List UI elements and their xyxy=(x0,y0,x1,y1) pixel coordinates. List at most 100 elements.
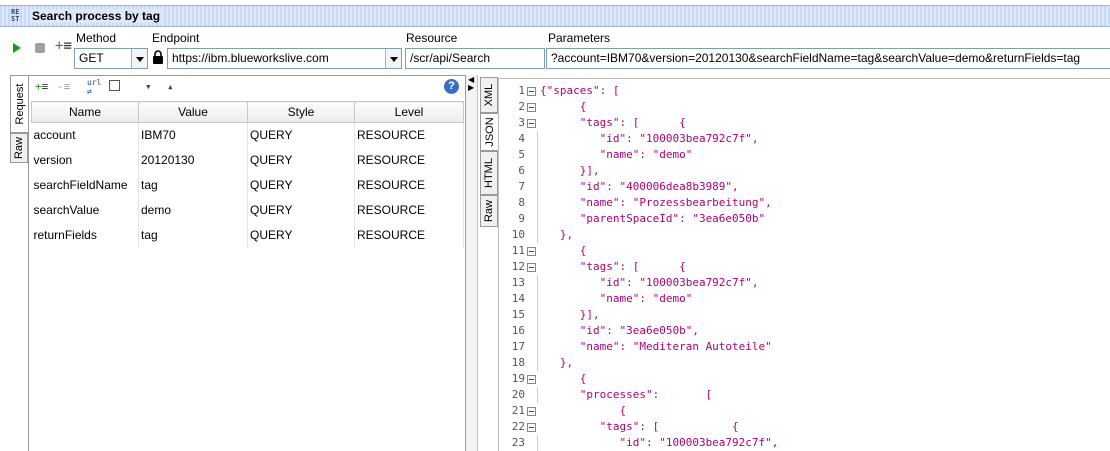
expand-icon[interactable] xyxy=(109,80,120,91)
line-number: 12 xyxy=(511,260,525,273)
resource-input[interactable]: /scr/api/Search xyxy=(405,48,545,69)
fold-toggle-icon[interactable] xyxy=(527,263,536,272)
tab-request[interactable]: Request xyxy=(10,75,28,133)
param-level[interactable]: RESOURCE xyxy=(354,147,464,173)
fold-toggle-icon[interactable] xyxy=(527,375,536,384)
table-header-row: Name Value Style Level xyxy=(31,101,464,123)
param-name[interactable]: returnFields xyxy=(31,222,139,248)
param-style[interactable]: QUERY xyxy=(247,197,355,223)
code-text: { xyxy=(540,404,627,417)
param-level[interactable]: RESOURCE xyxy=(354,197,464,223)
chevron-down-icon[interactable] xyxy=(131,49,147,68)
collapse-right-icon[interactable]: ▶ xyxy=(468,83,474,92)
column-header-name[interactable]: Name xyxy=(31,101,139,123)
method-label: Method xyxy=(76,31,117,45)
run-icon[interactable] xyxy=(13,43,21,53)
code-text: "id": "3ea6e050b", xyxy=(540,324,699,337)
param-name[interactable]: account xyxy=(31,122,139,148)
fold-toggle-icon[interactable] xyxy=(527,103,536,112)
param-style[interactable]: QUERY xyxy=(247,222,355,248)
code-text: "tags": [ { xyxy=(540,260,686,273)
add-param-icon[interactable]: +≡ xyxy=(35,80,48,93)
param-level[interactable]: RESOURCE xyxy=(354,222,464,248)
fold-toggle-icon[interactable] xyxy=(527,423,536,432)
line-number: 3 xyxy=(518,116,525,129)
param-value[interactable]: tag xyxy=(138,172,248,198)
tab-html[interactable]: HTML xyxy=(480,151,498,195)
code-line: 16 "id": "3ea6e050b", xyxy=(499,323,1110,339)
param-value[interactable]: IBM70 xyxy=(138,122,248,148)
param-level[interactable]: RESOURCE xyxy=(354,172,464,198)
code-line: 17 "name": "Mediteran Autoteile" xyxy=(499,339,1110,355)
code-line: 20 "processes": [ xyxy=(499,387,1110,403)
tab-raw-request[interactable]: Raw xyxy=(10,133,28,163)
line-number: 10 xyxy=(511,228,525,241)
line-number: 13 xyxy=(511,276,525,289)
code-text: { xyxy=(540,100,587,113)
line-number: 15 xyxy=(511,308,525,321)
code-text: }, xyxy=(540,228,574,241)
line-number: 2 xyxy=(518,100,525,113)
add-to-test-icon[interactable]: +≡ xyxy=(55,38,72,54)
fold-guide xyxy=(537,195,538,211)
request-view-tabs: Request Raw xyxy=(8,75,28,451)
table-row[interactable]: searchValue demo QUERY RESOURCE xyxy=(31,197,464,223)
resource-value: /scr/api/Search xyxy=(410,51,491,65)
fold-toggle-icon[interactable] xyxy=(527,247,536,256)
response-view-tabs: XML JSON HTML Raw xyxy=(478,75,498,451)
tab-raw-request-label: Raw xyxy=(13,136,25,160)
line-number: 20 xyxy=(511,388,525,401)
chevron-down-icon[interactable]: ▾ xyxy=(145,80,152,93)
param-value[interactable]: 20120130 xyxy=(138,147,248,173)
fold-toggle-icon[interactable] xyxy=(527,119,536,128)
column-header-level[interactable]: Level xyxy=(354,101,464,123)
code-line: 4 "id": "100003bea792c7f", xyxy=(499,131,1110,147)
tab-xml[interactable]: XML xyxy=(480,77,498,113)
param-name[interactable]: searchValue xyxy=(31,197,139,223)
tab-json[interactable]: JSON xyxy=(480,113,498,151)
help-icon[interactable]: ? xyxy=(444,79,459,94)
fold-guide xyxy=(537,339,538,355)
param-value[interactable]: tag xyxy=(138,222,248,248)
line-number: 1 xyxy=(518,84,525,97)
param-style[interactable]: QUERY xyxy=(247,147,355,173)
json-response-editor[interactable]: 1 {"spaces": [2 {3 "tags": [ {4 "id": "10… xyxy=(498,78,1110,451)
code-line: 15 }], xyxy=(499,307,1110,323)
table-row[interactable]: searchFieldName tag QUERY RESOURCE xyxy=(31,172,464,198)
fold-toggle-icon[interactable] xyxy=(527,87,536,96)
fold-toggle-icon[interactable] xyxy=(527,407,536,416)
column-header-style[interactable]: Style xyxy=(247,101,355,123)
tab-raw-response[interactable]: Raw xyxy=(480,195,498,227)
param-level[interactable]: RESOURCE xyxy=(354,122,464,148)
code-line: 14 "name": "demo" xyxy=(499,291,1110,307)
tab-json-label: JSON xyxy=(483,117,496,147)
endpoint-label: Endpoint xyxy=(152,31,200,45)
method-select[interactable]: GET xyxy=(74,48,148,69)
param-style[interactable]: QUERY xyxy=(247,172,355,198)
line-number: 19 xyxy=(511,372,525,385)
url-encode-icon[interactable]: url ⇄ xyxy=(87,78,101,96)
line-number: 7 xyxy=(518,180,525,193)
fold-guide xyxy=(537,323,538,339)
chevron-down-icon[interactable] xyxy=(385,49,401,68)
param-name[interactable]: version xyxy=(31,147,139,173)
table-row[interactable]: returnFields tag QUERY RESOURCE xyxy=(31,222,464,248)
param-name[interactable]: searchFieldName xyxy=(31,172,139,198)
code-text: "id": "400006dea8b3989", xyxy=(540,180,739,193)
table-row[interactable]: version 20120130 QUERY RESOURCE xyxy=(31,147,464,173)
code-text: "name": "demo" xyxy=(540,148,693,161)
param-value[interactable]: demo xyxy=(138,197,248,223)
code-line: 5 "name": "demo" xyxy=(499,147,1110,163)
chevron-up-icon[interactable]: ▴ xyxy=(167,80,174,93)
fold-guide xyxy=(537,179,538,195)
code-line: 8 "name": "Prozessbearbeitung", xyxy=(499,195,1110,211)
parameters-input[interactable]: ?account=IBM70&version=20120130&searchFi… xyxy=(546,48,1110,69)
code-line: 12 "tags": [ { xyxy=(499,259,1110,275)
column-header-value[interactable]: Value xyxy=(138,101,248,123)
remove-param-icon[interactable]: -≡ xyxy=(57,80,70,93)
panel-splitter[interactable]: ◀ ▶ xyxy=(466,75,478,451)
param-style[interactable]: QUERY xyxy=(247,122,355,148)
endpoint-select[interactable]: https://ibm.blueworkslive.com xyxy=(167,48,402,69)
table-row[interactable]: account IBM70 QUERY RESOURCE xyxy=(31,122,464,148)
stop-icon[interactable] xyxy=(35,43,45,53)
